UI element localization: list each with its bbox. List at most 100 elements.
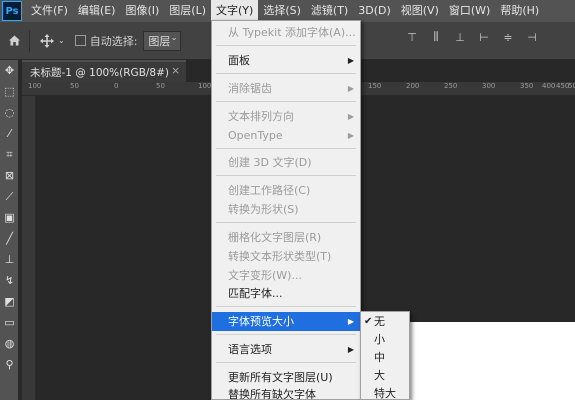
menu-layer[interactable]: 图层(L) — [164, 0, 211, 22]
document-tab[interactable]: 未标题-1 @ 100%(RGB/8#) × — [22, 60, 186, 82]
ruler-tick: 400 — [542, 82, 556, 90]
menu-help[interactable]: 帮助(H) — [495, 0, 544, 22]
menu-bar: Ps 文件(F) 编辑(E) 图像(I) 图层(L) 文字(Y) 选择(S) 滤… — [0, 0, 575, 22]
ruler-tick: 150 — [368, 82, 382, 90]
menu-item-create-work-path[interactable]: 创建工作路径(C) — [212, 181, 360, 200]
close-icon[interactable]: × — [171, 65, 180, 77]
align-bottom-icon[interactable]: ⊥ — [453, 30, 467, 44]
auto-select-label: 自动选择: — [89, 34, 138, 48]
lasso-tool-icon[interactable]: ◌ — [0, 102, 19, 123]
menu-item-rasterize-type-layer[interactable]: 栅格化文字图层(R) — [212, 228, 360, 247]
layer-select-dropdown[interactable]: 图层 ⌄ — [143, 30, 182, 51]
blur-tool-icon[interactable]: ◍ — [0, 333, 19, 354]
menu-image[interactable]: 图像(I) — [120, 0, 164, 22]
align-top-icon[interactable]: ⊤ — [405, 30, 419, 44]
align-hcenter-icon[interactable]: ≑ — [501, 30, 515, 44]
submenu-arrow-icon: ▶ — [347, 84, 354, 93]
menu-item-convert-to-shape[interactable]: 转换为形状(S) — [212, 200, 360, 219]
photoshop-logo-icon: Ps — [2, 1, 22, 21]
align-vcenter-icon[interactable]: ⫼ — [429, 30, 443, 44]
menu-file[interactable]: 文件(F) — [26, 0, 73, 22]
align-buttons: ⊤ ⫼ ⊥ ⊢ ≑ ⊣ — [405, 30, 539, 44]
align-right-icon[interactable]: ⊣ — [525, 30, 539, 44]
eyedropper-tool-icon[interactable]: ⟋ — [0, 186, 19, 207]
menu-divider — [216, 334, 356, 335]
healing-brush-tool-icon[interactable]: ▣ — [0, 207, 19, 228]
menu-item-anti-alias[interactable]: 消除锯齿 ▶ — [212, 79, 360, 98]
align-left-icon[interactable]: ⊢ — [477, 30, 491, 44]
menu-divider — [216, 175, 356, 176]
menu-item-add-typekit-fonts[interactable]: 从 Typekit 添加字体(A)... — [212, 23, 360, 42]
ruler-tick: 250 — [444, 82, 458, 90]
ruler-tick: 50 — [70, 82, 79, 90]
menu-divider — [216, 362, 356, 363]
layer-select-value: 图层 — [148, 34, 171, 48]
menu-item-font-preview-size[interactable]: 字体预览大小 ▶ — [212, 312, 360, 331]
ruler-tick: 100 — [198, 82, 212, 90]
menu-3d[interactable]: 3D(D) — [353, 0, 396, 22]
submenu-arrow-icon: ▶ — [347, 112, 354, 121]
menu-item-warp-text[interactable]: 文字变形(W)... — [212, 266, 360, 285]
chevron-down-icon: ⌄ — [170, 32, 178, 42]
menu-item-panels[interactable]: 面板 ▶ — [212, 51, 360, 70]
submenu-arrow-icon: ▶ — [347, 56, 354, 65]
dodge-tool-icon[interactable]: ⚲ — [0, 354, 19, 375]
home-icon[interactable] — [8, 34, 21, 47]
divider — [29, 29, 30, 52]
tools-panel: ✥ ⬚ ◌ ⁄ ⌗ ⊠ ⟋ ▣ ╱ ⊥ ↯ ◩ ▭ ◍ ⚲ — [0, 60, 19, 400]
submenu-item-none[interactable]: ✔ 无 — [361, 312, 409, 331]
frame-tool-icon[interactable]: ⊠ — [0, 165, 19, 186]
menu-window[interactable]: 窗口(W) — [444, 0, 495, 22]
submenu-item-large[interactable]: 大 — [361, 366, 409, 385]
ruler-tick: 0 — [114, 82, 119, 90]
menu-item-language-options[interactable]: 语言选项 ▶ — [212, 340, 360, 359]
menu-divider — [216, 222, 356, 223]
menu-filter[interactable]: 滤镜(T) — [306, 0, 353, 22]
menu-item-create-3d-text[interactable]: 创建 3D 文字(D) — [212, 153, 360, 172]
ruler-tick: 100 — [28, 82, 42, 90]
menu-item-match-font[interactable]: 匹配字体... — [212, 284, 360, 303]
brush-tool-icon[interactable]: ╱ — [0, 228, 19, 249]
menu-select[interactable]: 选择(S) — [258, 0, 306, 22]
menu-divider — [216, 101, 356, 102]
ruler-tick: 200 — [406, 82, 420, 90]
vertical-ruler — [22, 96, 36, 400]
ruler-tick: 300 — [482, 82, 496, 90]
menu-item-convert-text-shape-type[interactable]: 转换文本形状类型(T) — [212, 247, 360, 266]
menu-edit[interactable]: 编辑(E) — [73, 0, 121, 22]
submenu-item-small[interactable]: 小 — [361, 330, 409, 349]
menu-divider — [216, 306, 356, 307]
submenu-item-extra-large[interactable]: 特大 — [361, 384, 409, 400]
submenu-item-medium[interactable]: 中 — [361, 348, 409, 367]
submenu-arrow-icon: ▶ — [347, 131, 354, 140]
marquee-tool-icon[interactable]: ⬚ — [0, 81, 19, 102]
ruler-tick: 350 — [520, 82, 534, 90]
eraser-tool-icon[interactable]: ◩ — [0, 291, 19, 312]
ruler-tick: 50 — [156, 82, 165, 90]
auto-select-checkbox[interactable] — [74, 35, 86, 46]
gradient-tool-icon[interactable]: ▭ — [0, 312, 19, 333]
move-tool-icon[interactable] — [40, 33, 54, 48]
menu-divider — [216, 45, 356, 46]
magic-wand-tool-icon[interactable]: ⁄ — [0, 123, 19, 144]
type-menu-dropdown: 从 Typekit 添加字体(A)... 面板 ▶ 消除锯齿 ▶ 文本排列方向 … — [211, 20, 361, 400]
crop-tool-icon[interactable]: ⌗ — [0, 144, 19, 165]
check-icon: ✔ — [364, 316, 373, 327]
submenu-arrow-icon: ▶ — [347, 317, 354, 326]
menu-item-opentype[interactable]: OpenType ▶ — [212, 126, 360, 145]
submenu-arrow-icon: ▶ — [347, 345, 354, 354]
ruler-tick: 500 — [568, 82, 575, 90]
chevron-down-icon[interactable]: ⌄ — [58, 36, 65, 45]
move-tool-icon[interactable]: ✥ — [0, 60, 19, 81]
menu-divider — [216, 148, 356, 149]
document-title: 未标题-1 @ 100%(RGB/8#) — [30, 67, 170, 79]
font-preview-size-submenu: ✔ 无 小 中 大 特大 — [360, 311, 410, 400]
menu-divider — [216, 73, 356, 74]
stamp-tool-icon[interactable]: ⊥ — [0, 249, 19, 270]
menu-view[interactable]: 视图(V) — [396, 0, 444, 22]
auto-select-toggle[interactable]: 自动选择: — [74, 33, 138, 49]
menu-item-text-orientation[interactable]: 文本排列方向 ▶ — [212, 107, 360, 126]
history-brush-tool-icon[interactable]: ↯ — [0, 270, 19, 291]
menu-type[interactable]: 文字(Y) — [211, 0, 259, 22]
menu-item-replace-missing-fonts[interactable]: 替换所有缺欠字体 — [212, 385, 360, 399]
